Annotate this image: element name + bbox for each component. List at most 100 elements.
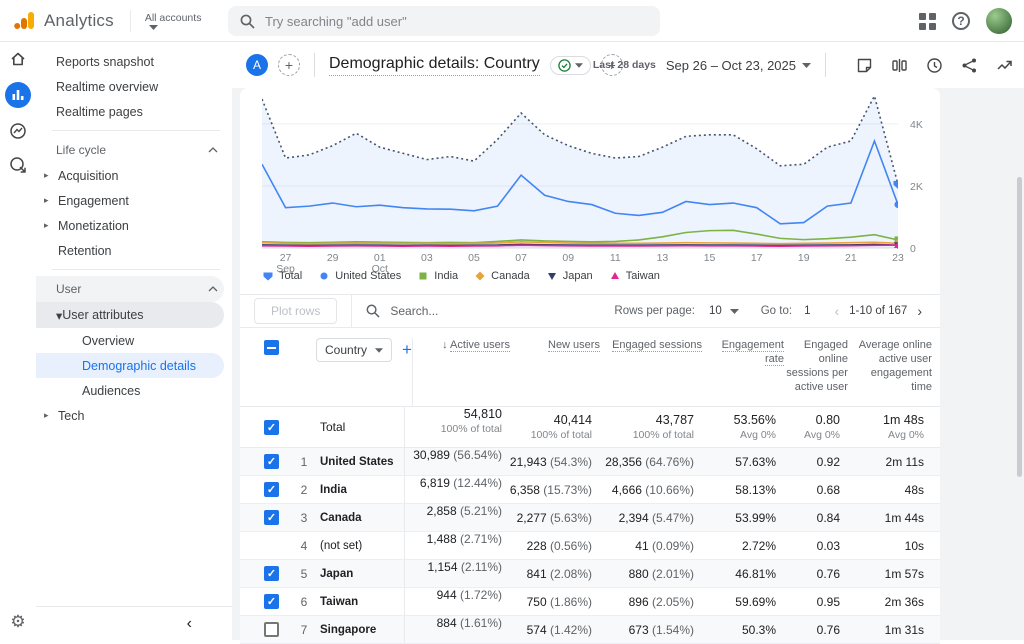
date-range-preset-label: Last 28 days	[593, 59, 656, 71]
y-axis-tick: 2K	[910, 181, 923, 193]
row-checkbox[interactable]	[264, 510, 279, 525]
column-header-engaged-online-sessions[interactable]: Engaged online sessions per active user	[784, 338, 848, 394]
column-header-average-online-active[interactable]: Average online active user engagement ti…	[848, 338, 932, 394]
account-switcher-label: All accounts	[145, 12, 202, 24]
table-row[interactable]: 3 Canada 2,858 (5.21%)2,277 (5.63%)2,394…	[240, 504, 940, 532]
row-checkbox[interactable]	[264, 454, 279, 469]
help-icon[interactable]: ?	[952, 12, 970, 30]
add-dimension-button[interactable]: +	[402, 340, 412, 360]
row-checkbox[interactable]	[264, 622, 279, 637]
sidebar-item-monetization[interactable]: ▸Monetization	[36, 213, 232, 238]
chevron-down-icon[interactable]	[730, 309, 739, 314]
divider	[52, 130, 220, 131]
search-icon	[240, 14, 255, 29]
x-axis-tick: 23	[883, 253, 913, 264]
expand-right-icon: ▸	[44, 410, 58, 421]
admin-gear-icon[interactable]: ⚙	[0, 612, 36, 632]
sidebar-item-overview[interactable]: Overview	[36, 328, 224, 353]
account-switcher[interactable]: All accounts	[145, 12, 202, 30]
comparison-icon[interactable]	[891, 57, 908, 74]
legend-marker-icon	[417, 270, 429, 282]
sidebar-item-realtime-overview[interactable]: Realtime overview	[36, 74, 232, 99]
goto-label: Go to:	[761, 305, 792, 317]
x-axis-tick: 19	[789, 253, 819, 264]
row-checkbox[interactable]	[264, 594, 279, 609]
line-chart[interactable]	[262, 96, 898, 250]
column-header-engagement-rate[interactable]: Engagement rate	[702, 338, 784, 366]
apps-grid-icon[interactable]	[919, 13, 936, 30]
reports-icon[interactable]	[0, 76, 36, 114]
sidebar-section-life-cycle[interactable]: Life cycle	[36, 137, 232, 163]
legend-item-total[interactable]: Total	[262, 270, 302, 282]
explore-icon[interactable]	[0, 114, 36, 148]
sidebar-item-tech[interactable]: ▸Tech	[36, 403, 232, 428]
nav-collapse-bar: ‹	[36, 606, 232, 640]
user-avatar[interactable]	[986, 8, 1012, 34]
row-checkbox[interactable]	[264, 482, 279, 497]
x-axis-tick: 15	[695, 253, 725, 264]
legend-item-india[interactable]: India	[417, 270, 458, 282]
table-search[interactable]	[366, 304, 540, 318]
global-search[interactable]	[228, 6, 660, 36]
share-icon[interactable]	[961, 57, 978, 74]
legend-marker-icon	[609, 270, 621, 282]
goto-page-value[interactable]: 1	[804, 305, 810, 317]
home-icon[interactable]	[0, 42, 36, 76]
legend-item-japan[interactable]: Japan	[546, 270, 593, 282]
chart-legend: Total United States India Canada Japan T…	[262, 270, 660, 282]
table-row[interactable]: 4 (not set) 1,488 (2.71%)228 (0.56%)41 (…	[240, 532, 940, 560]
sort-desc-icon: ↓	[442, 339, 450, 351]
sidebar-item-retention[interactable]: Retention	[36, 238, 232, 263]
sidebar-item-audiences[interactable]: Audiences	[36, 378, 224, 403]
divider	[130, 10, 131, 32]
table-row[interactable]: 1 United States 30,989 (56.54%)21,943 (5…	[240, 448, 940, 476]
report-status-badge[interactable]	[550, 56, 591, 75]
column-header-active-users[interactable]: ↓ Active users	[412, 338, 510, 406]
row-checkbox[interactable]	[264, 566, 279, 581]
global-search-input[interactable]	[265, 14, 625, 29]
add-collaborator-button[interactable]: +	[278, 54, 300, 76]
chevron-down-icon	[575, 63, 583, 68]
advertising-icon[interactable]	[0, 148, 36, 182]
row-checkbox[interactable]	[264, 420, 279, 435]
divider	[825, 53, 826, 77]
legend-item-united-states[interactable]: United States	[318, 270, 401, 282]
x-axis-tick: 07	[506, 253, 536, 264]
report-owner-avatar[interactable]: A	[246, 54, 268, 76]
prev-page-icon[interactable]: ‹	[828, 303, 845, 319]
chevron-up-icon	[208, 286, 218, 292]
legend-item-canada[interactable]: Canada	[474, 270, 530, 282]
sidebar-item-user-attributes[interactable]: ▾User attributes	[36, 302, 224, 328]
insights-spark-icon[interactable]	[996, 57, 1014, 74]
analytics-logo-icon[interactable]	[14, 11, 36, 31]
table-search-input[interactable]	[390, 304, 540, 318]
divider	[52, 269, 220, 270]
divider	[351, 295, 352, 328]
sidebar-item-acquisition[interactable]: ▸Acquisition	[36, 163, 232, 188]
sidebar-item-engagement[interactable]: ▸Engagement	[36, 188, 232, 213]
rows-per-page-value[interactable]: 10	[709, 305, 722, 317]
page-scrollbar[interactable]	[1017, 177, 1022, 477]
insights-clock-icon[interactable]	[926, 57, 943, 74]
note-icon[interactable]	[856, 57, 873, 74]
sidebar-item-reports-snapshot[interactable]: Reports snapshot	[36, 49, 232, 74]
collapse-nav-icon[interactable]: ‹	[187, 615, 192, 633]
select-all-checkbox[interactable]	[264, 340, 279, 355]
table-row[interactable]: 2 India 6,819 (12.44%)6,358 (15.73%)4,66…	[240, 476, 940, 504]
table-row[interactable]: 6 Taiwan 944 (1.72%)750 (1.86%)896 (2.05…	[240, 588, 940, 616]
side-nav: Reports snapshotRealtime overviewRealtim…	[36, 42, 232, 640]
sidebar-section-user[interactable]: User	[36, 276, 224, 302]
column-header-engaged-sessions[interactable]: Engaged sessions	[600, 338, 702, 352]
sidebar-item-realtime-pages[interactable]: Realtime pages	[36, 99, 232, 124]
legend-marker-icon	[318, 270, 330, 282]
legend-item-taiwan[interactable]: Taiwan	[609, 270, 660, 282]
date-range-picker[interactable]: Sep 26 – Oct 23, 2025	[666, 58, 811, 73]
plot-rows-button[interactable]: Plot rows	[254, 298, 337, 324]
table-row[interactable]: 5 Japan 1,154 (2.11%)841 (2.08%)880 (2.0…	[240, 560, 940, 588]
dimension-select[interactable]: Country	[316, 338, 392, 362]
report-title[interactable]: Demographic details: Country	[329, 55, 540, 76]
column-header-new-users[interactable]: New users	[510, 338, 600, 352]
x-axis-tick: 03	[412, 253, 442, 264]
next-page-icon[interactable]: ›	[911, 303, 928, 319]
sidebar-item-demographic-details[interactable]: Demographic details	[36, 353, 224, 378]
